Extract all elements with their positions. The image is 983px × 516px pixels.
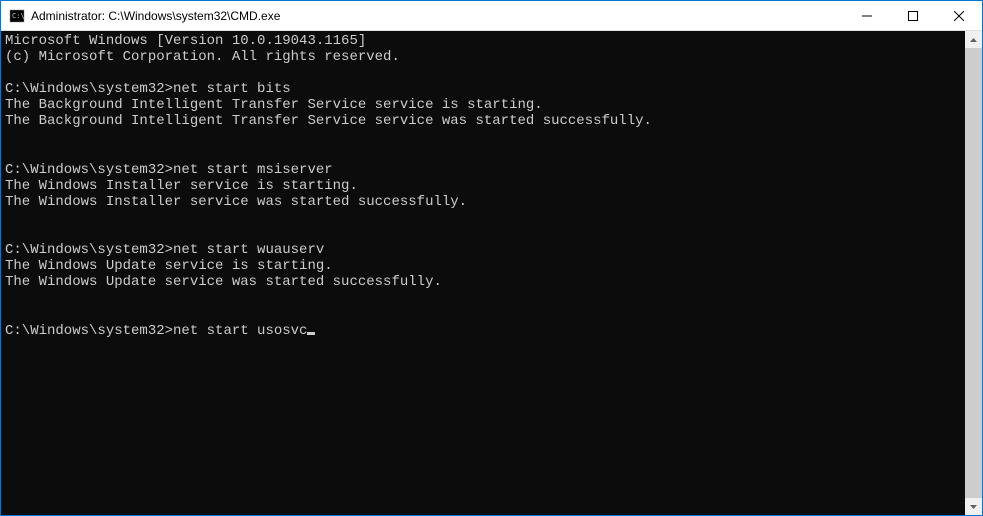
- blank-line: [5, 210, 965, 226]
- command-line: C:\Windows\system32>net start msiserver: [5, 162, 965, 178]
- command-text: net start bits: [173, 81, 291, 97]
- window-title: Administrator: C:\Windows\system32\CMD.e…: [31, 9, 844, 23]
- command-text: net start wuauserv: [173, 242, 324, 258]
- output-line: The Windows Update service was started s…: [5, 274, 965, 290]
- prompt: C:\Windows\system32>: [5, 162, 173, 178]
- close-button[interactable]: [936, 1, 982, 30]
- cmd-window: C:\ Administrator: C:\Windows\system32\C…: [1, 1, 982, 515]
- current-command-text: net start usosvc: [173, 323, 307, 339]
- command-line: C:\Windows\system32>net start bits: [5, 81, 965, 97]
- banner-line: (c) Microsoft Corporation. All rights re…: [5, 49, 965, 65]
- blank-line: [5, 291, 965, 307]
- blank-line: [5, 146, 965, 162]
- blank-line: [5, 226, 965, 242]
- titlebar[interactable]: C:\ Administrator: C:\Windows\system32\C…: [1, 1, 982, 31]
- terminal-output[interactable]: Microsoft Windows [Version 10.0.19043.11…: [1, 31, 965, 515]
- blank-line: [5, 307, 965, 323]
- content-area: Microsoft Windows [Version 10.0.19043.11…: [1, 31, 982, 515]
- scroll-down-button[interactable]: [965, 498, 982, 515]
- text-cursor: [307, 332, 315, 335]
- command-line: C:\Windows\system32>net start wuauserv: [5, 242, 965, 258]
- output-line: The Background Intelligent Transfer Serv…: [5, 97, 965, 113]
- output-line: The Windows Update service is starting.: [5, 258, 965, 274]
- blank-line: [5, 65, 965, 81]
- prompt: C:\Windows\system32>: [5, 242, 173, 258]
- scrollbar-track[interactable]: [965, 48, 982, 498]
- output-line: The Windows Installer service is startin…: [5, 178, 965, 194]
- window-controls: [844, 1, 982, 30]
- blank-line: [5, 130, 965, 146]
- cmd-icon: C:\: [9, 8, 25, 24]
- vertical-scrollbar[interactable]: [965, 31, 982, 515]
- scroll-up-button[interactable]: [965, 31, 982, 48]
- banner-line: Microsoft Windows [Version 10.0.19043.11…: [5, 33, 965, 49]
- svg-text:C:\: C:\: [12, 12, 25, 20]
- minimize-button[interactable]: [844, 1, 890, 30]
- prompt: C:\Windows\system32>: [5, 81, 173, 97]
- output-line: The Background Intelligent Transfer Serv…: [5, 113, 965, 129]
- current-command-line: C:\Windows\system32>net start usosvc: [5, 323, 965, 339]
- output-line: The Windows Installer service was starte…: [5, 194, 965, 210]
- maximize-button[interactable]: [890, 1, 936, 30]
- scrollbar-thumb[interactable]: [965, 48, 982, 498]
- command-text: net start msiserver: [173, 162, 333, 178]
- prompt: C:\Windows\system32>: [5, 323, 173, 339]
